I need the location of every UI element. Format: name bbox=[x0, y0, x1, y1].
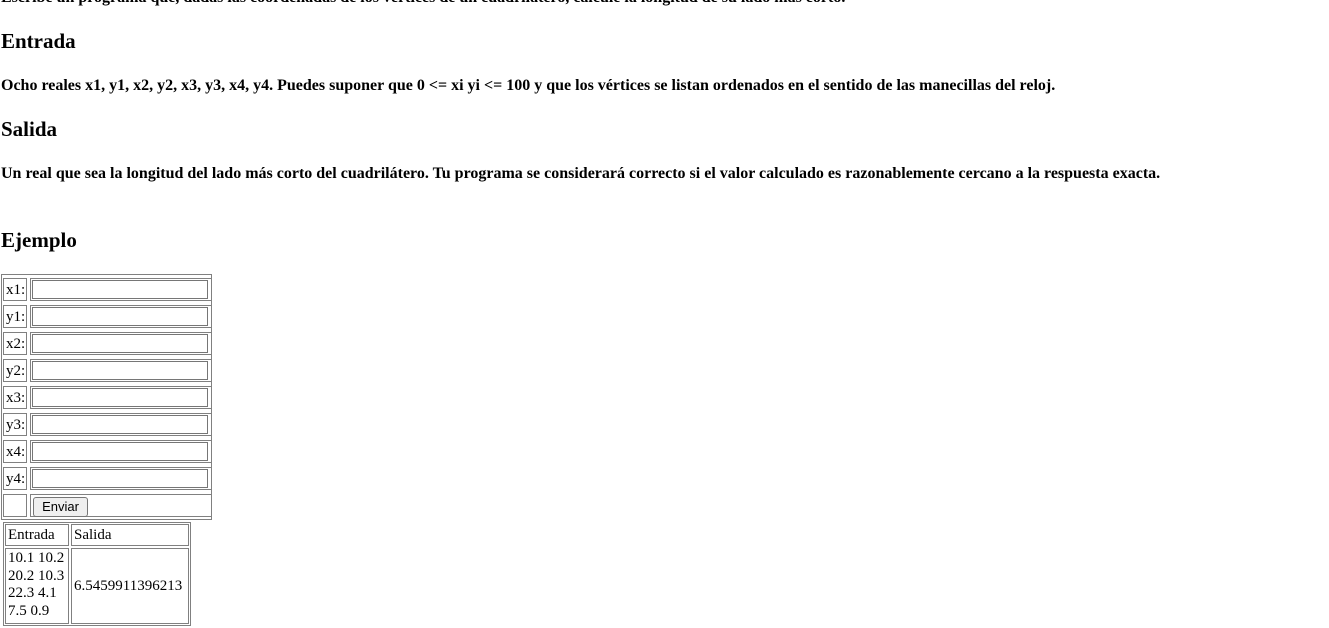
field-label: x3: bbox=[3, 386, 27, 409]
y3-input[interactable] bbox=[32, 415, 208, 434]
x4-input[interactable] bbox=[32, 442, 208, 461]
ejemplo-heading: Ejemplo bbox=[1, 228, 77, 252]
example-input-line: 10.1 10.2 bbox=[8, 550, 65, 566]
example-input-cell: 10.1 10.2 20.2 10.3 22.3 4.1 7.5 0.9 bbox=[5, 548, 69, 624]
field-label: x2: bbox=[3, 332, 27, 355]
header-salida: Salida bbox=[71, 524, 189, 546]
x1-input[interactable] bbox=[32, 280, 208, 299]
y1-input[interactable] bbox=[32, 307, 208, 326]
coordinates-form: x1: y1: x2: y2: x3: y3: x4: y4: Enviar bbox=[1, 274, 212, 520]
x3-input[interactable] bbox=[32, 388, 208, 407]
example-table: Entrada Salida 10.1 10.2 20.2 10.3 22.3 … bbox=[3, 522, 191, 626]
salida-text: Un real que sea la longitud del lado más… bbox=[1, 165, 1161, 182]
entrada-heading: Entrada bbox=[1, 29, 76, 53]
x2-input[interactable] bbox=[32, 334, 208, 353]
field-label: y3: bbox=[3, 413, 27, 436]
field-label: y1: bbox=[3, 305, 27, 328]
example-input-line: 20.2 10.3 bbox=[8, 567, 65, 584]
y4-input[interactable] bbox=[32, 469, 208, 488]
entrada-text: Ocho reales x1, y1, x2, y2, x3, y3, x4, … bbox=[1, 77, 1056, 94]
salida-heading: Salida bbox=[1, 117, 58, 141]
field-label: x4: bbox=[3, 440, 27, 463]
y2-input[interactable] bbox=[32, 361, 208, 380]
empty-label-cell bbox=[3, 494, 27, 517]
submit-button[interactable]: Enviar bbox=[33, 497, 88, 517]
example-input-line: 7.5 0.9 bbox=[8, 602, 50, 619]
example-output-cell: 6.5459911396213 bbox=[71, 548, 189, 624]
field-label: y2: bbox=[3, 359, 27, 382]
intro-text: Escribe un programa que, dadas las coord… bbox=[1, 0, 845, 9]
header-entrada: Entrada bbox=[5, 524, 69, 546]
field-label: x1: bbox=[3, 278, 27, 301]
field-label: y4: bbox=[3, 467, 27, 490]
example-input-line: 22.3 4.1 bbox=[8, 585, 57, 601]
